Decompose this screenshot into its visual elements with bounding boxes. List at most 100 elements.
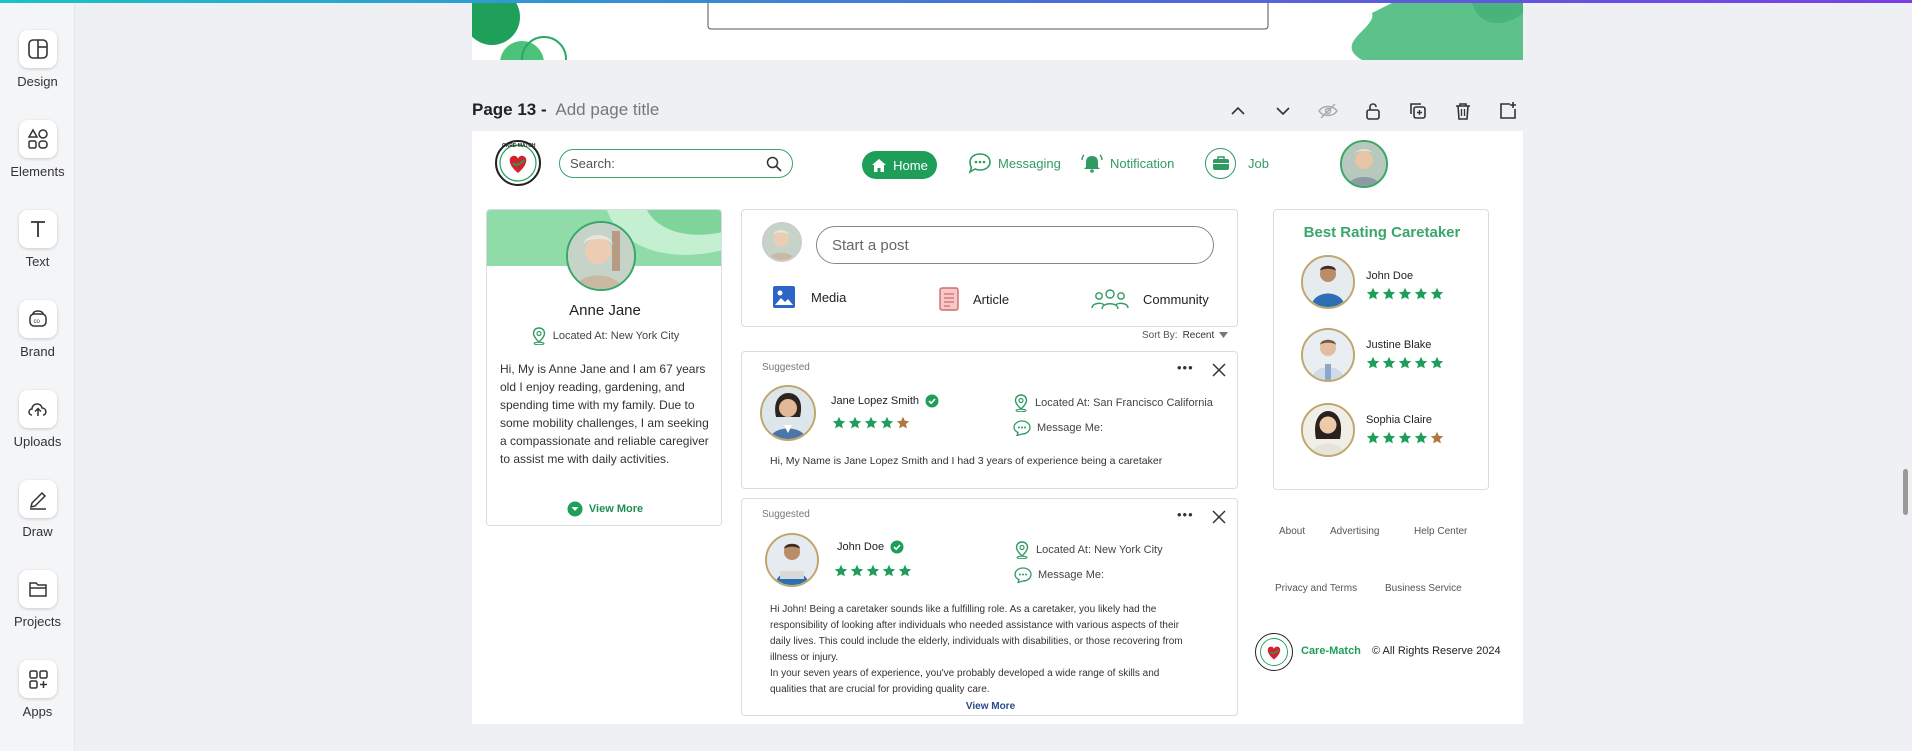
canvas-area: Page 13 - Add page title CARE-MATCH Sear… [75, 3, 1912, 751]
chat-bubble-icon [1013, 420, 1031, 436]
post-author-avatar [765, 533, 819, 587]
location-pin-icon [1015, 541, 1029, 559]
sort-value: Recent [1182, 330, 1215, 341]
design-page[interactable]: CARE-MATCH Search: Home Messaging Notifi… [472, 131, 1523, 724]
profile-card: Anne Jane Located At: New York City Hi, … [486, 209, 722, 526]
lock-page-button[interactable] [1358, 98, 1388, 124]
sidebar-item-uploads[interactable]: Uploads [0, 390, 75, 449]
star-filled-icon [866, 564, 880, 577]
post-composer: Start a post Media Article Community [741, 209, 1238, 327]
star-filled-icon [898, 564, 912, 577]
nav-notification-label: Notification [1110, 155, 1175, 171]
footer-link-help-center[interactable]: Help Center [1414, 526, 1467, 537]
add-page-button[interactable] [1493, 98, 1523, 124]
hide-page-button[interactable] [1313, 98, 1343, 124]
sidebar-item-elements[interactable]: Elements [0, 120, 75, 179]
close-icon[interactable] [1212, 363, 1226, 377]
duplicate-page-button[interactable] [1403, 98, 1433, 124]
star-bronze-icon [896, 416, 910, 429]
close-icon[interactable] [1212, 510, 1226, 524]
sidebar-item-brand[interactable]: co Brand [0, 300, 75, 359]
more-options-button[interactable]: ••• [1177, 360, 1194, 375]
previous-page-bottom[interactable] [472, 3, 1523, 60]
author-rating [834, 564, 912, 578]
move-page-up-button[interactable] [1223, 98, 1253, 124]
sort-dropdown[interactable]: Sort By: Recent [1142, 330, 1229, 341]
star-filled-icon [832, 416, 846, 429]
search-input[interactable]: Search: [559, 149, 793, 178]
author-rating [832, 416, 910, 430]
star-filled-icon [850, 564, 864, 577]
location-pin-icon [532, 327, 545, 345]
message-me-link[interactable]: Message Me: [1013, 420, 1103, 436]
delete-page-button[interactable] [1448, 98, 1478, 124]
caretaker-rating [1366, 356, 1444, 370]
sidebar-item-text[interactable]: Text [0, 210, 75, 269]
sidebar-item-draw[interactable]: Draw [0, 480, 75, 539]
footer-link-business-service[interactable]: Business Service [1385, 583, 1462, 594]
dropdown-arrow-icon [1219, 332, 1229, 338]
apps-grid-icon [18, 660, 57, 698]
nav-messaging[interactable]: Messaging [968, 148, 1061, 178]
article-button[interactable]: Article [939, 287, 1009, 311]
star-filled-icon [1398, 431, 1412, 444]
sidebar-item-apps[interactable]: Apps [0, 660, 75, 719]
post-view-more-link[interactable]: View More [742, 701, 1239, 712]
footer-link-about[interactable]: About [1279, 526, 1305, 537]
sidebar-item-label: Design [17, 74, 58, 89]
sidebar-item-projects[interactable]: Projects [0, 570, 75, 629]
footer-brand: Care-Match [1301, 645, 1361, 657]
star-filled-icon [880, 416, 894, 429]
author-location: Located At: San Francisco California [1013, 394, 1213, 412]
more-options-button[interactable]: ••• [1177, 507, 1194, 522]
media-button[interactable]: Media [772, 285, 846, 309]
nav-job-label: Job [1248, 155, 1269, 171]
post-author: John Doe [837, 540, 904, 554]
caretaker-rating [1366, 431, 1444, 445]
location-pin-icon [1014, 394, 1028, 412]
footer-link-advertising[interactable]: Advertising [1330, 526, 1379, 537]
profile-view-more-button[interactable]: View More [487, 501, 721, 517]
add-page-title-input[interactable]: Add page title [555, 100, 659, 119]
author-location-text: Located At: New York City [1036, 544, 1163, 556]
sort-label: Sort By: [1142, 330, 1178, 341]
user-avatar[interactable] [1340, 140, 1388, 188]
chevron-down-icon [1276, 107, 1290, 116]
author-name: John Doe [837, 541, 885, 553]
caretaker-name: Justine Blake [1366, 339, 1432, 351]
footer-link-privacy-terms[interactable]: Privacy and Terms [1275, 583, 1357, 594]
start-post-input[interactable]: Start a post [816, 226, 1214, 264]
star-filled-icon [848, 416, 862, 429]
caretaker-name: John Doe [1366, 270, 1414, 282]
vertical-scrollbar[interactable] [1903, 469, 1908, 515]
sidebar-item-design[interactable]: Design [0, 30, 75, 89]
nav-notification[interactable]: Notification [1080, 148, 1174, 178]
nav-home-button[interactable]: Home [862, 151, 937, 179]
community-button[interactable]: Community [1091, 288, 1209, 310]
composer-avatar [762, 222, 802, 262]
suggested-post-card: Suggested ••• John Doe Located At: New Y… [741, 498, 1238, 716]
sidebar-item-label: Draw [22, 524, 53, 539]
star-filled-icon [864, 416, 878, 429]
footer-copyright: © All Rights Reserve 2024 [1372, 645, 1501, 657]
sidebar-item-label: Uploads [13, 434, 62, 449]
profile-location: Located At: New York City [487, 327, 721, 345]
star-filled-icon [834, 564, 848, 577]
move-page-down-button[interactable] [1268, 98, 1298, 124]
folder-icon [18, 570, 57, 608]
message-me-label: Message Me: [1038, 569, 1105, 581]
sidebar-item-label: Brand [20, 344, 55, 359]
message-me-link[interactable]: Message Me: [1014, 567, 1104, 583]
star-bronze-icon [1430, 431, 1444, 444]
nav-job[interactable]: Job [1205, 147, 1269, 179]
chevron-up-icon [1231, 106, 1245, 115]
page-toolbar [1223, 98, 1523, 124]
community-icon [1091, 289, 1129, 310]
page-title: Page 13 - Add page title [472, 100, 659, 120]
article-icon [939, 287, 959, 311]
star-filled-icon [1382, 356, 1396, 369]
brand-icon: co [18, 300, 57, 338]
nav-home-label: Home [893, 157, 928, 173]
bell-icon [1081, 154, 1103, 173]
left-sidebar: Design Elements Text co Brand Uploads Dr… [0, 3, 75, 751]
